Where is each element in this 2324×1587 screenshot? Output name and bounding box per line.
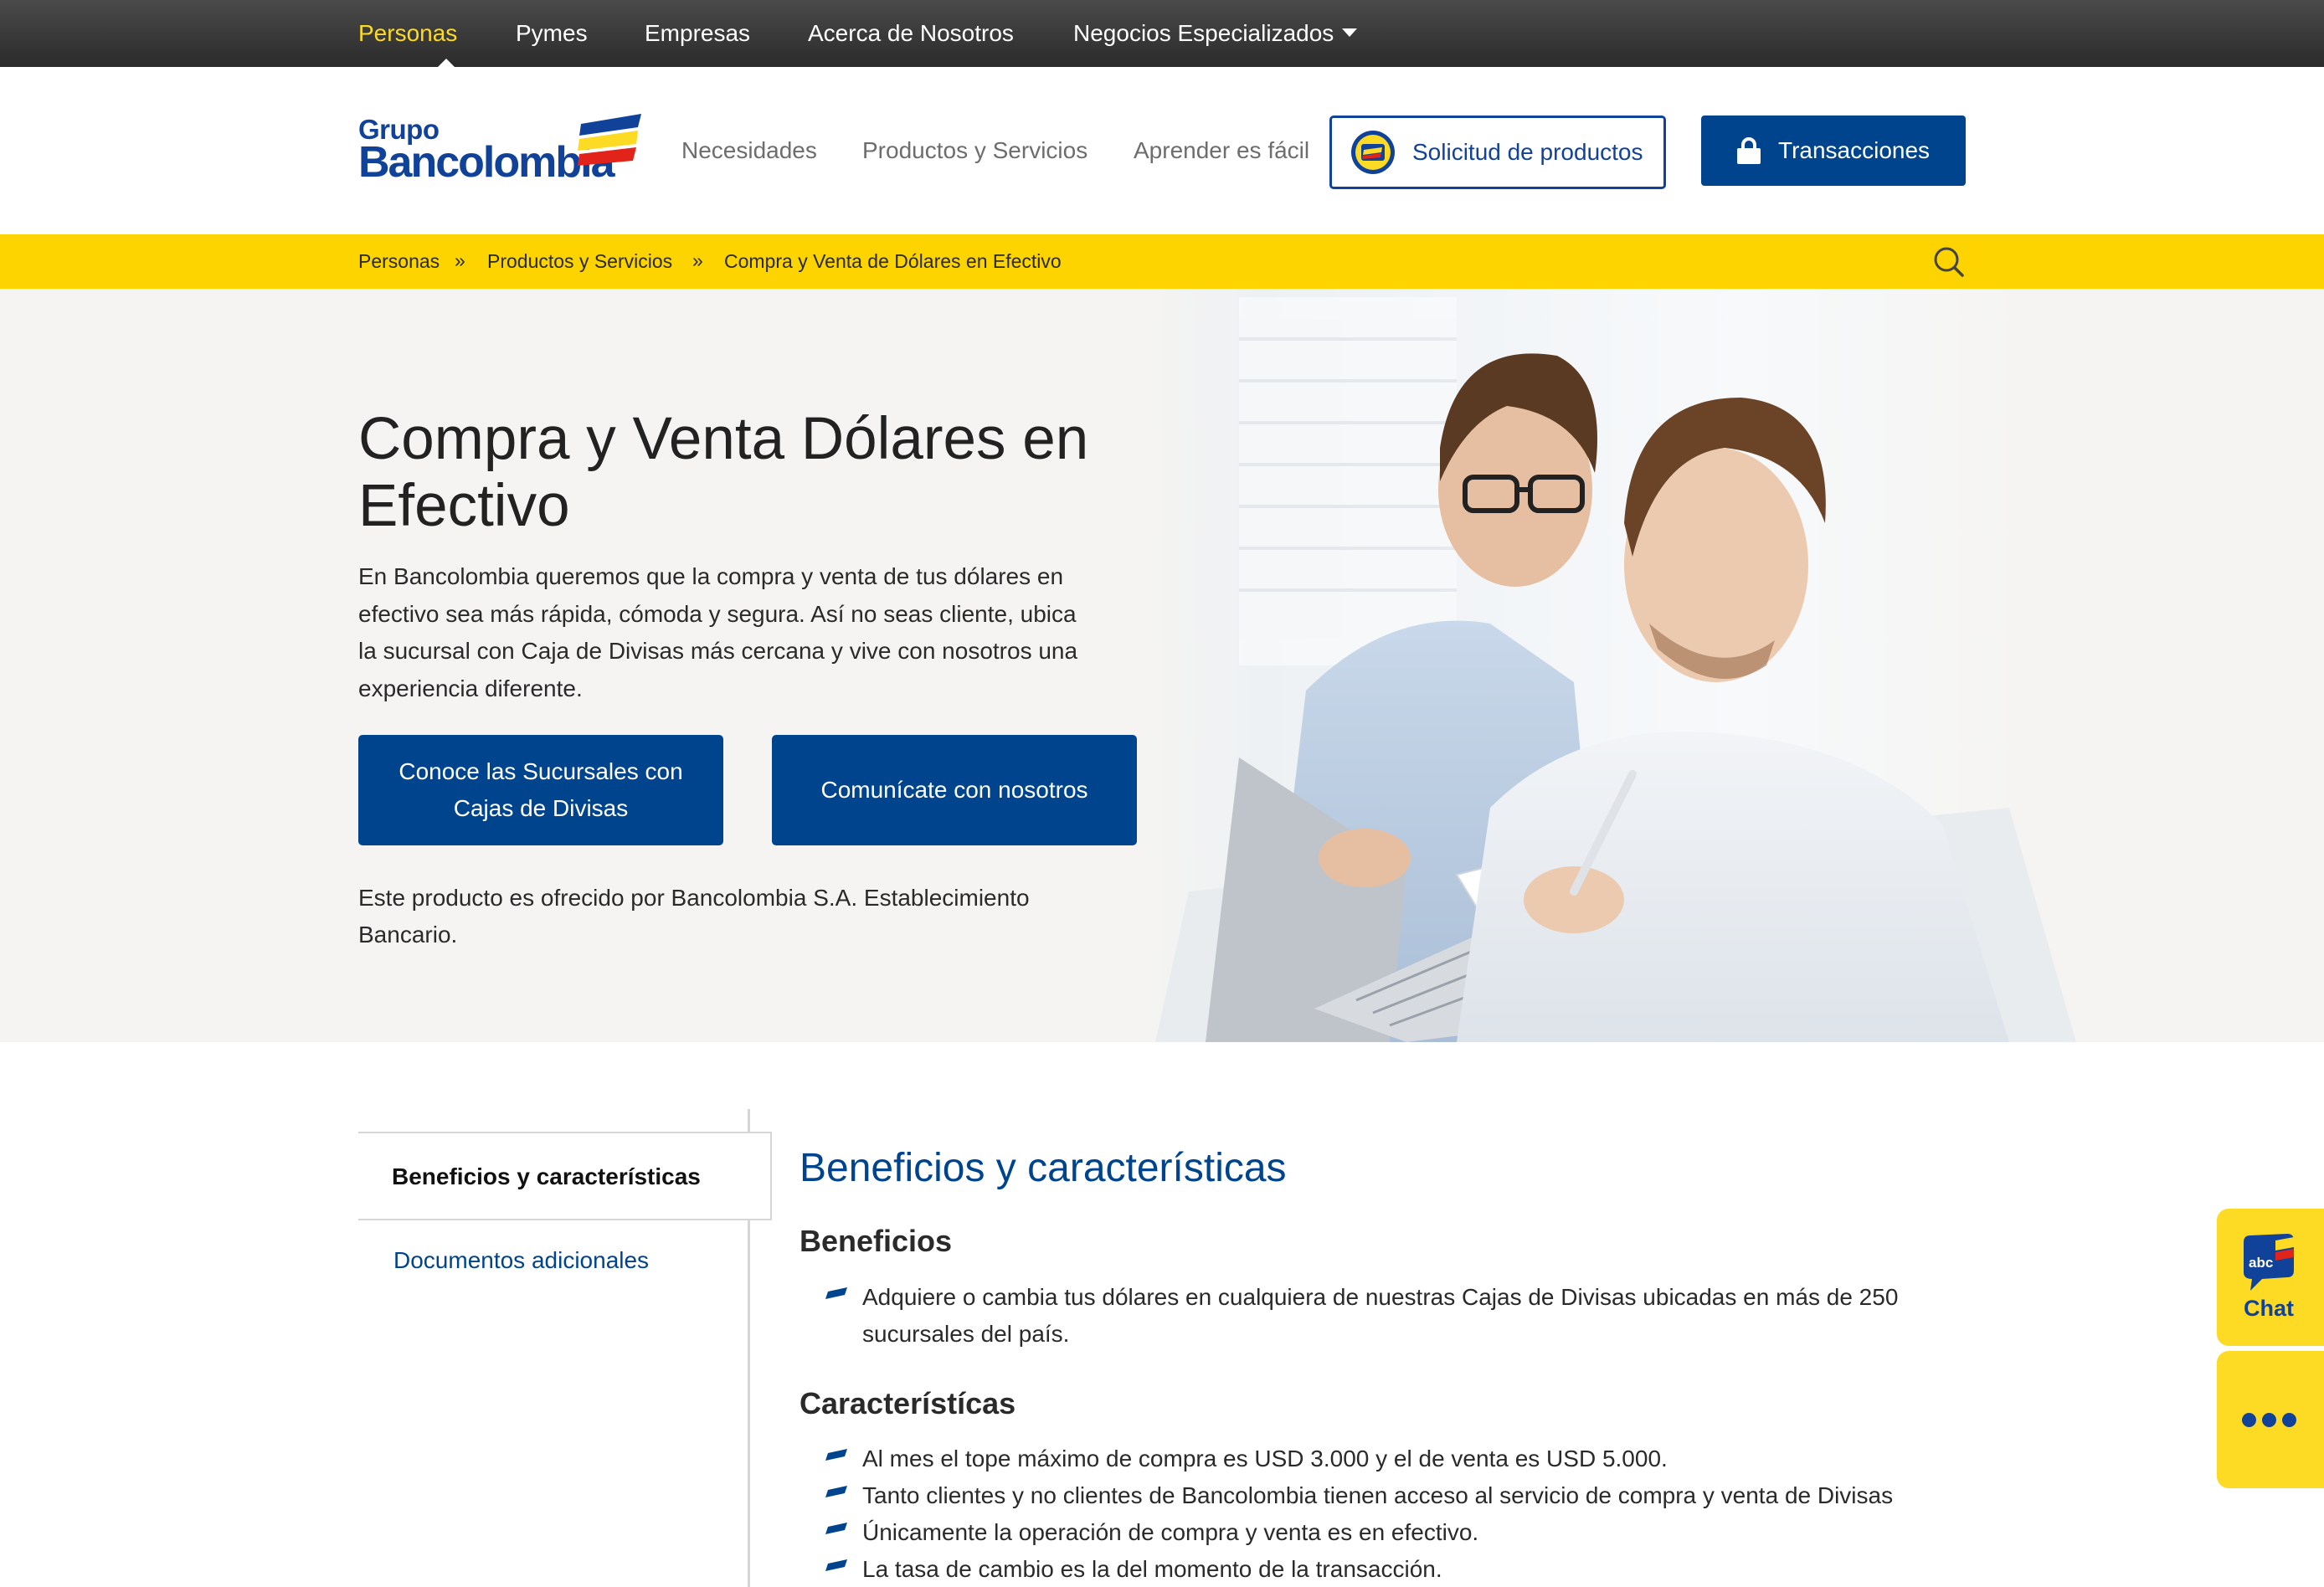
topnav-label: Personas	[358, 20, 458, 46]
bullet-icon	[825, 1449, 847, 1461]
bancolombia-logo[interactable]: Grupo Bancolombia	[358, 114, 643, 187]
topnav-item-negocios[interactable]: Negocios Especializados	[1073, 0, 1358, 67]
transacciones-label: Transacciones	[1778, 137, 1931, 163]
main-header: Grupo Bancolombia Necesidades Productos …	[0, 67, 2324, 234]
list-item: Al mes el tope máximo de compra es USD 3…	[862, 1446, 1668, 1471]
hero-photo-two-men-laptop	[1139, 289, 2143, 1042]
chat-bubble-icon: abc	[2244, 1234, 2294, 1291]
list-item: Adquiere o cambia tus dólares en cualqui…	[862, 1284, 1899, 1347]
comunicate-button[interactable]: Comunícate con nosotros	[772, 735, 1137, 845]
topnav-label: Negocios Especializados	[1073, 20, 1334, 46]
solicitud-badge-icon	[1351, 131, 1395, 174]
topnav-item-empresas[interactable]: Empresas	[645, 0, 750, 67]
solicitud-label: Solicitud de productos	[1412, 139, 1643, 165]
chevron-down-icon	[1342, 28, 1358, 37]
beneficios-heading: Beneficios	[800, 1224, 953, 1258]
breadcrumb-item-current: Compra y Venta de Dólares en Efectivo	[724, 250, 1062, 272]
page-title: Compra y Venta Dólares en Efectivo	[358, 406, 1089, 539]
bullet-icon	[825, 1523, 847, 1534]
svg-text:abc: abc	[2249, 1255, 2273, 1271]
solicitud-productos-button[interactable]: Solicitud de productos	[1329, 116, 1666, 189]
logo-flag-icon	[578, 114, 641, 166]
chat-label: Chat	[2244, 1296, 2294, 1321]
active-indicator-caret	[438, 59, 455, 67]
more-dots-icon	[2282, 1413, 2296, 1427]
bullet-icon	[825, 1287, 847, 1299]
top-segment-nav: Personas Pymes Empresas Acerca de Nosotr…	[0, 0, 2324, 67]
product-disclaimer: Este producto es ofrecido por Bancolombi…	[358, 885, 1030, 948]
breadcrumb-separator: »	[692, 249, 703, 271]
list-item: Tanto clientes y no clientes de Bancolom…	[862, 1482, 1894, 1508]
more-dots-icon	[2262, 1413, 2276, 1427]
topnav-item-personas[interactable]: Personas	[358, 0, 457, 67]
list-item: Únicamente la operación de compra y vent…	[862, 1519, 1479, 1545]
topnav-item-acerca[interactable]: Acerca de Nosotros	[808, 0, 1014, 67]
hero-intro-text: En Bancolombia queremos que la compra y …	[358, 563, 1078, 701]
bullet-icon	[825, 1559, 847, 1571]
more-options-button[interactable]	[2217, 1351, 2324, 1488]
list-item: La tasa de cambio es la del momento de l…	[862, 1556, 1442, 1582]
conoce-sucursales-button[interactable]: Conoce las Sucursales con Cajas de Divis…	[358, 735, 723, 845]
breadcrumb-separator: »	[455, 249, 465, 271]
nav-aprender[interactable]: Aprender es fácil	[1134, 67, 1309, 234]
tab-documentos-adicionales[interactable]: Documentos adicionales	[393, 1247, 649, 1274]
search-icon[interactable]	[1932, 245, 1966, 279]
nav-productos-servicios[interactable]: Productos y Servicios	[862, 67, 1087, 234]
section-title: Beneficios y características	[800, 1146, 1287, 1190]
breadcrumb-item-personas[interactable]: Personas	[358, 234, 440, 289]
lock-icon	[1737, 137, 1761, 164]
bullet-icon	[825, 1486, 847, 1497]
tab-beneficios[interactable]: Beneficios y características	[358, 1132, 772, 1220]
more-dots-icon	[2242, 1413, 2256, 1427]
tab-label: Beneficios y características	[392, 1163, 701, 1189]
caracteristicas-heading: Característícas	[800, 1386, 1016, 1420]
nav-necesidades[interactable]: Necesidades	[681, 67, 817, 234]
breadcrumb: Personas » Productos y Servicios » Compr…	[0, 234, 2324, 289]
page: Personas Pymes Empresas Acerca de Nosotr…	[0, 0, 2324, 1587]
hero-section: Compra y Venta Dólares en Efectivo En Ba…	[0, 289, 2324, 1042]
chat-button[interactable]: abc Chat	[2217, 1209, 2324, 1346]
topnav-item-pymes[interactable]: Pymes	[516, 0, 588, 67]
logo-text-bancolombia: Bancolombia	[358, 138, 614, 187]
transacciones-button[interactable]: Transacciones	[1701, 116, 1966, 186]
breadcrumb-item-productos[interactable]: Productos y Servicios	[487, 234, 672, 289]
